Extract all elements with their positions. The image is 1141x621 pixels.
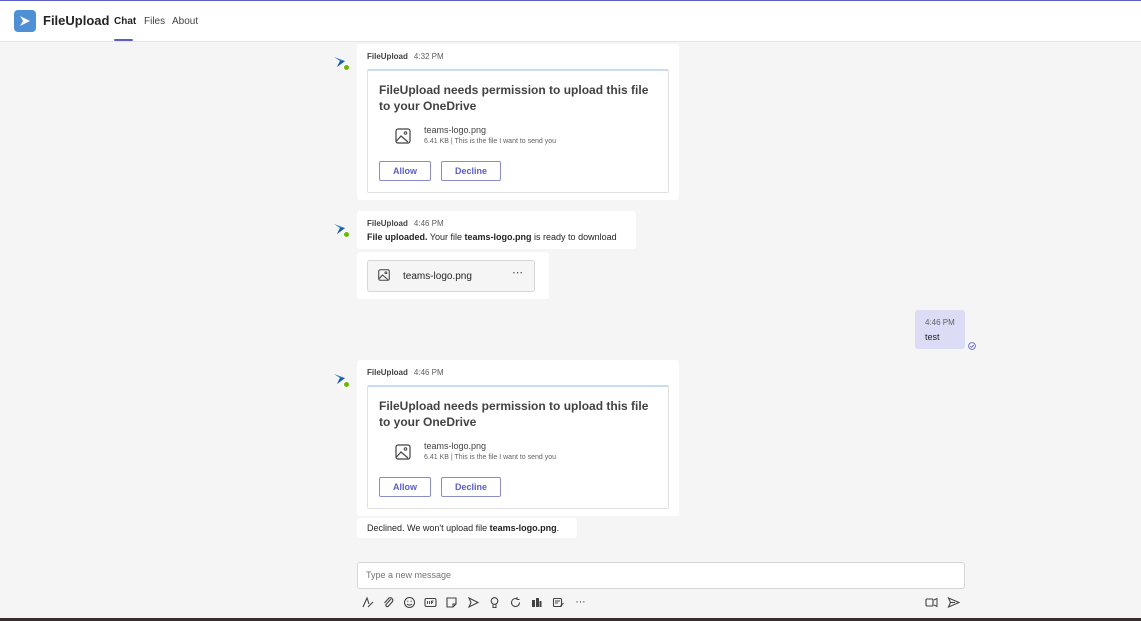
- message-time: 4:32 PM: [413, 52, 444, 61]
- card-title: FileUpload needs permission to upload th…: [379, 83, 649, 113]
- send-icon[interactable]: [947, 596, 960, 609]
- app-logo-icon: [14, 10, 36, 32]
- allow-button[interactable]: Allow: [379, 161, 431, 181]
- sender-name: FileUpload: [367, 219, 408, 228]
- attach-icon[interactable]: [382, 596, 395, 609]
- tab-files[interactable]: Files: [144, 16, 165, 27]
- message-text: Declined. We won't upload file teams-log…: [367, 523, 559, 533]
- attachment-bubble: teams-logo.png ⋯: [357, 252, 549, 299]
- file-name: teams-logo.png: [424, 441, 487, 451]
- message-time: 4:46 PM: [413, 219, 444, 228]
- compose-box: [357, 562, 965, 589]
- file-name: teams-logo.png: [424, 125, 487, 135]
- message-text-part: Declined. We won't upload file: [367, 523, 490, 533]
- image-file-icon: [395, 444, 411, 460]
- message-filename-bold: teams-logo.png: [489, 523, 557, 533]
- message-bubble: FileUpload 4:46 PM FileUpload needs permi…: [357, 360, 679, 516]
- image-file-icon: [395, 128, 411, 144]
- message-text-part: is ready to download: [531, 232, 617, 242]
- sticker-icon[interactable]: [445, 596, 458, 609]
- read-receipt-icon: [968, 342, 976, 350]
- active-tab-indicator: [114, 39, 133, 41]
- message-text: File uploaded. Your file teams-logo.png …: [367, 232, 617, 242]
- allow-button[interactable]: Allow: [379, 477, 431, 497]
- tab-about[interactable]: About: [172, 16, 198, 27]
- tab-chat[interactable]: Chat: [114, 16, 136, 27]
- file-attachment[interactable]: teams-logo.png ⋯: [367, 260, 535, 292]
- meet-now-icon[interactable]: [467, 596, 480, 609]
- message-meta: FileUpload 4:32 PM: [367, 52, 444, 61]
- more-apps-icon[interactable]: ⋯: [574, 596, 587, 609]
- file-description: 6.41 KB | This is the file I want to sen…: [424, 138, 557, 145]
- more-options-icon[interactable]: ⋯: [512, 266, 524, 279]
- sender-name: FileUpload: [367, 52, 408, 61]
- decline-button[interactable]: Decline: [441, 477, 501, 497]
- loop-icon[interactable]: [509, 596, 522, 609]
- message-text-part: Your file: [427, 232, 465, 242]
- message-input[interactable]: [366, 563, 956, 587]
- presence-available-icon: [343, 231, 350, 238]
- permission-card: FileUpload needs permission to upload th…: [367, 385, 669, 509]
- app-title: FileUpload: [43, 13, 110, 28]
- card-title: FileUpload needs permission to upload th…: [379, 399, 649, 429]
- my-message-time: 4:46 PM: [925, 318, 955, 327]
- attachment-file-name: teams-logo.png: [403, 271, 472, 282]
- message-filename-bold: teams-logo.png: [464, 232, 532, 242]
- stream-icon[interactable]: [530, 596, 543, 609]
- message-meta: FileUpload 4:46 PM: [367, 219, 444, 228]
- permission-card: FileUpload needs permission to upload th…: [367, 69, 669, 193]
- gif-icon[interactable]: [424, 596, 437, 609]
- message-bubble: Declined. We won't upload file teams-log…: [357, 518, 577, 538]
- my-message-text: test: [925, 332, 940, 342]
- emoji-icon[interactable]: [403, 596, 416, 609]
- message-text-bold: File uploaded.: [367, 232, 428, 242]
- message-bubble: FileUpload 4:46 PM File uploaded. Your fi…: [357, 211, 636, 249]
- schedule-icon[interactable]: [552, 596, 565, 609]
- image-file-icon: [378, 269, 390, 281]
- presence-available-icon: [343, 381, 350, 388]
- decline-button[interactable]: Decline: [441, 161, 501, 181]
- format-icon[interactable]: [361, 596, 374, 609]
- message-bubble: FileUpload 4:32 PM FileUpload needs permi…: [357, 44, 679, 200]
- tone-icon[interactable]: [925, 596, 938, 609]
- message-meta: FileUpload 4:46 PM: [367, 368, 444, 377]
- presence-available-icon: [343, 64, 350, 71]
- message-text-part: .: [556, 523, 560, 533]
- file-description: 6.41 KB | This is the file I want to sen…: [424, 454, 557, 461]
- message-time: 4:46 PM: [413, 368, 444, 377]
- app-header: FileUpload Chat Files About: [0, 1, 1141, 42]
- sender-name: FileUpload: [367, 368, 408, 377]
- my-message-bubble: 4:46 PM test: [915, 310, 965, 349]
- praise-icon[interactable]: [488, 596, 501, 609]
